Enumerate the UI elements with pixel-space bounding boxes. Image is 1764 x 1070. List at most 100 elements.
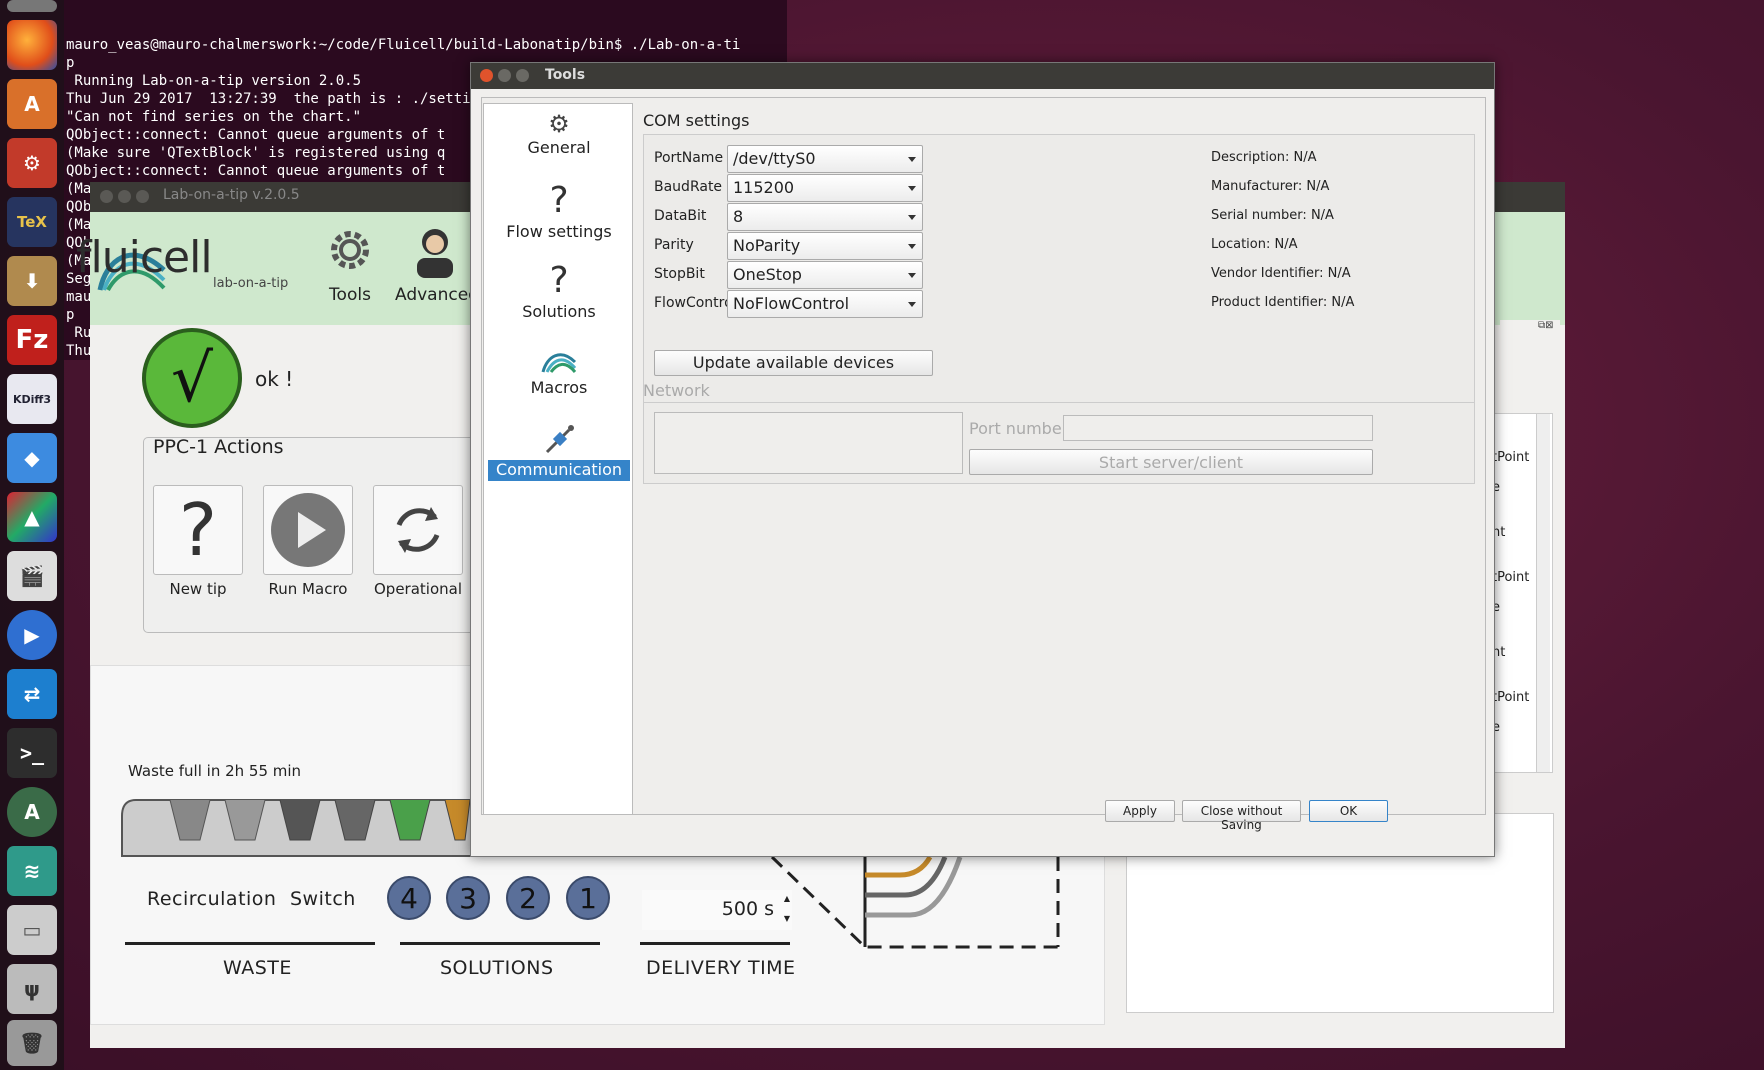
update-devices-button[interactable]: Update available devices [654, 350, 933, 376]
fluicell-icon[interactable]: ≋ [7, 846, 57, 896]
kdiff3-icon[interactable]: KDiff3 [7, 374, 57, 424]
serial-number-info: Serial number: N/A [1211, 208, 1334, 223]
disk-icon[interactable]: ▭ [7, 905, 57, 955]
usb-icon[interactable]: ψ [7, 964, 57, 1014]
flowcontrol-select[interactable]: NoFlowControl [727, 290, 923, 318]
list-item: tPoint [1492, 450, 1530, 465]
tools-button[interactable]: Tools [315, 220, 385, 310]
geogebra-icon[interactable]: ▲ [7, 492, 57, 542]
chevron-down-icon [908, 273, 916, 278]
network-mode-list[interactable] [654, 412, 963, 474]
baudrate-value: 115200 [733, 178, 795, 197]
status-text: ok ! [255, 367, 294, 391]
dropbox-icon[interactable]: ◆ [7, 433, 57, 483]
tools-title: Tools [545, 67, 586, 83]
start-server-label: Start server/client [1098, 453, 1244, 472]
tools-minimize-button[interactable] [498, 69, 511, 82]
solutions-section-title: SOLUTIONS [440, 957, 554, 979]
solution-3-label: 3 [459, 881, 477, 915]
logo-name: fluicell [76, 232, 213, 283]
communication-icon [545, 425, 574, 454]
start-server-button[interactable]: Start server/client [969, 449, 1373, 475]
update-devices-label: Update available devices [692, 353, 895, 372]
nav-item-general[interactable]: ⚙ General [484, 110, 634, 157]
top-launcher-icon[interactable] [7, 0, 57, 12]
ok-button[interactable]: OK [1309, 800, 1388, 822]
refresh-icon [396, 507, 440, 553]
com-settings-title: COM settings [643, 111, 750, 130]
archive-icon[interactable]: ⬇ [7, 256, 57, 306]
portname-select[interactable]: /dev/ttyS0 [727, 145, 923, 173]
nav-item-communication[interactable]: Communication [484, 422, 634, 481]
launcher: A ⚙ TeX ⬇ Fz KDiff3 ◆ ▲ 🎬 ▶ ⇄ >_ A ≋ ▭ ψ… [0, 0, 64, 1070]
nav-item-flow-settings[interactable]: ? Flow settings [484, 180, 634, 241]
operational-button[interactable] [373, 485, 463, 575]
firefox-icon[interactable] [7, 20, 57, 70]
port-number-label: Port number [969, 419, 1069, 438]
chevron-down-icon [908, 157, 916, 162]
nav-item-macros[interactable]: Macros [484, 344, 634, 397]
question-icon: ? [178, 488, 218, 572]
solution-1-button[interactable]: 1 [566, 876, 610, 920]
solution-2-button[interactable]: 2 [506, 876, 550, 920]
switch-label: Switch [290, 888, 356, 910]
close-button[interactable] [100, 190, 113, 203]
gear-icon [331, 231, 369, 269]
close-without-saving-button[interactable]: Close without Saving [1182, 800, 1301, 832]
ok-label: OK [1339, 804, 1358, 818]
databit-value: 8 [733, 207, 744, 226]
tools-close-button[interactable] [480, 69, 493, 82]
video-editor-icon[interactable]: 🎬 [7, 551, 57, 601]
terminal-icon[interactable]: >_ [7, 728, 57, 778]
texmaker-icon[interactable]: TeX [7, 197, 57, 247]
nav-item-solutions[interactable]: ? Solutions [484, 260, 634, 321]
databit-label: DataBit [654, 208, 707, 224]
solution-1-label: 1 [579, 881, 597, 915]
advanced-button[interactable]: Advanced [395, 220, 479, 310]
list-item: tPoint [1492, 690, 1530, 705]
apply-button[interactable]: Apply [1105, 800, 1175, 822]
side-list[interactable]: tPoint e nt tPoint e nt tPoint e [1487, 413, 1553, 773]
solution-4-button[interactable]: 4 [387, 876, 431, 920]
restore-icon[interactable]: ⧉⊠ [1538, 320, 1554, 331]
stopbit-value: OneStop [733, 265, 802, 284]
minimize-button[interactable] [118, 190, 131, 203]
run-macro-label: Run Macro [268, 580, 348, 598]
software-center-icon[interactable]: A [7, 79, 57, 129]
teamviewer-icon[interactable]: ⇄ [7, 669, 57, 719]
delivery-divider [640, 942, 790, 945]
new-tip-button[interactable]: ? [153, 485, 243, 575]
baudrate-select[interactable]: 115200 [727, 174, 923, 202]
trash-icon[interactable]: 🗑 [7, 1020, 57, 1066]
media-player-icon[interactable]: ▶ [7, 610, 57, 660]
parity-select[interactable]: NoParity [727, 232, 923, 260]
nav-item-label: General [527, 138, 591, 157]
run-macro-button[interactable] [263, 485, 353, 575]
waste-estimate: Waste full in 2h 55 min [128, 762, 302, 780]
manufacturer-info: Manufacturer: N/A [1211, 179, 1330, 194]
stopbit-select[interactable]: OneStop [727, 261, 923, 289]
update-icon[interactable]: A [7, 787, 57, 837]
nav-item-label: Macros [530, 378, 588, 397]
tools-nav-list[interactable]: ⚙ General ? Flow settings ? Solutions Ma… [483, 103, 633, 815]
solution-3-button[interactable]: 3 [446, 876, 490, 920]
delivery-section-title: DELIVERY TIME [646, 957, 796, 979]
logo-subtitle: lab-on-a-tip [213, 276, 289, 291]
waste-section-title: WASTE [223, 957, 292, 979]
stopbit-label: StopBit [654, 266, 705, 282]
port-number-input[interactable] [1063, 415, 1373, 441]
settings-icon[interactable]: ⚙ [7, 138, 57, 188]
advanced-label: Advanced [395, 285, 479, 305]
nav-item-label: Communication [488, 460, 630, 481]
apply-label: Apply [1123, 804, 1157, 818]
tools-maximize-button[interactable] [516, 69, 529, 82]
databit-select[interactable]: 8 [727, 203, 923, 231]
maximize-button[interactable] [136, 190, 149, 203]
waste-divider [125, 942, 375, 945]
filezilla-icon[interactable]: Fz [7, 315, 57, 365]
question-icon: ? [549, 180, 569, 221]
side-list-scrollbar[interactable] [1536, 414, 1550, 772]
new-tip-label: New tip [169, 580, 227, 598]
close-without-saving-label: Close without Saving [1200, 804, 1283, 832]
tools-dialog: Tools ⚙ General ? Flow settings ? Soluti… [470, 62, 1495, 857]
